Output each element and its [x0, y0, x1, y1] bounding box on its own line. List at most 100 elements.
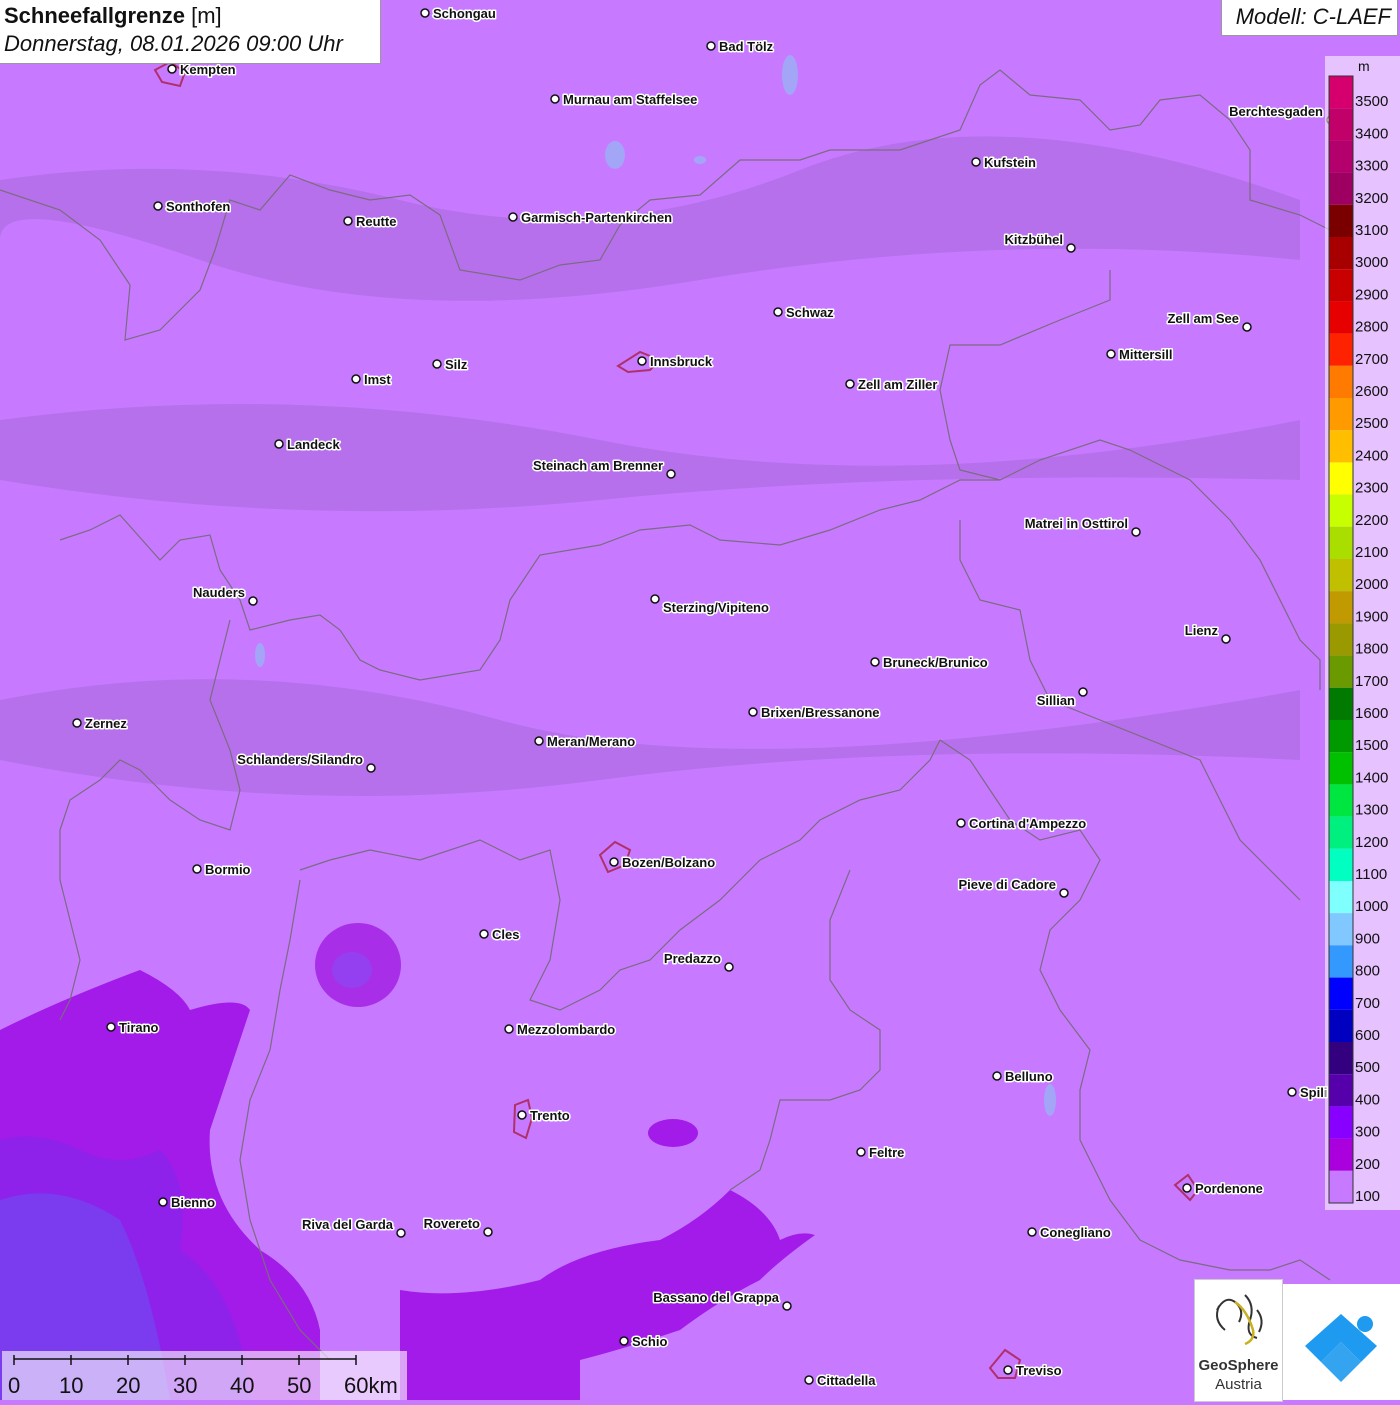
scale-bar-label: 60km [344, 1373, 398, 1398]
legend-swatch [1329, 752, 1353, 785]
city-dot [992, 1071, 1002, 1081]
legend-label: 1700 [1355, 673, 1388, 690]
city-dot [508, 212, 518, 222]
legend-label: 2500 [1355, 415, 1388, 432]
city-label: Treviso [1016, 1363, 1062, 1378]
city-label: Sillian [1037, 693, 1075, 708]
city-marker: Pordenone [1182, 1180, 1264, 1198]
legend-swatch [1329, 172, 1353, 205]
legend-label: 500 [1355, 1059, 1380, 1076]
legend-swatch [1329, 494, 1353, 527]
city-label: Innsbruck [650, 354, 713, 369]
legend-swatch [1329, 108, 1353, 141]
city-dot [782, 1301, 792, 1311]
city-label: Garmisch-Partenkirchen [521, 210, 672, 225]
city-label: Brixen/Bressanone [761, 705, 880, 720]
legend-label: 3200 [1355, 190, 1388, 207]
city-label: Kempten [180, 62, 236, 77]
legend-swatch [1329, 398, 1353, 431]
city-dot [1221, 634, 1231, 644]
city-label: Meran/Merano [547, 734, 635, 749]
legend-swatch [1329, 848, 1353, 881]
city-dot [167, 64, 177, 74]
city-dot [1066, 243, 1076, 253]
geosphere-austria-logo: GeoSphere Austria [1194, 1279, 1283, 1402]
city-label: Berchtesgaden [1229, 104, 1323, 119]
city-dot [343, 216, 353, 226]
legend-swatch [1329, 655, 1353, 688]
city-dot [534, 736, 544, 746]
partner-logo [1283, 1284, 1400, 1400]
legend-label: 1000 [1355, 898, 1388, 915]
city-label: Steinach am Brenner [533, 458, 663, 473]
legend-label: 2000 [1355, 576, 1388, 593]
city-label: Sonthofen [166, 199, 230, 214]
city-dot [248, 596, 258, 606]
legend-label: 2300 [1355, 480, 1388, 497]
city-dot [1182, 1183, 1192, 1193]
legend-swatch [1329, 333, 1353, 366]
city-label: Belluno [1005, 1069, 1053, 1084]
city-label: Kitzbühel [1005, 232, 1064, 247]
legend-swatch [1329, 1042, 1353, 1075]
legend-swatch [1329, 1009, 1353, 1042]
legend-swatch [1329, 784, 1353, 817]
legend-swatch [1329, 977, 1353, 1010]
legend-label: 900 [1355, 930, 1380, 947]
legend-swatch [1329, 301, 1353, 334]
legend-label: 2900 [1355, 286, 1388, 303]
city-dot [637, 356, 647, 366]
city-dot [773, 307, 783, 317]
legend-label: 600 [1355, 1027, 1380, 1044]
city-marker: Schongau [420, 5, 497, 23]
scale-bar-label: 10 [59, 1373, 83, 1398]
city-label: Lienz [1185, 623, 1219, 638]
city-label: Riva del Garda [302, 1217, 394, 1232]
legend-swatch [1329, 591, 1353, 624]
legend-swatch [1329, 623, 1353, 656]
city-dot [1078, 687, 1088, 697]
legend-label: 1200 [1355, 834, 1388, 851]
city-dot [971, 157, 981, 167]
city-marker: Bruneck/Brunico [870, 654, 989, 672]
city-label: Predazzo [664, 951, 721, 966]
city-label: Zell am See [1167, 311, 1239, 326]
legend-label: 2800 [1355, 319, 1388, 336]
city-dot [1242, 322, 1252, 332]
city-label: Imst [364, 372, 391, 387]
city-label: Zell am Ziller [858, 377, 937, 392]
scale-bar-label: 40 [230, 1373, 254, 1398]
legend-label: 3500 [1355, 93, 1388, 110]
city-label: Schio [632, 1334, 667, 1349]
legend-label: 3100 [1355, 222, 1388, 239]
city-dot [1287, 1087, 1297, 1097]
legend-label: 200 [1355, 1156, 1380, 1173]
city-dot [504, 1024, 514, 1034]
legend-label: 2700 [1355, 351, 1388, 368]
legend-swatch [1329, 140, 1353, 173]
city-dot [479, 929, 489, 939]
legend-label: 1300 [1355, 802, 1388, 819]
scale-bar-label: 0 [8, 1373, 20, 1398]
city-dot [550, 94, 560, 104]
city-label: Pordenone [1195, 1181, 1263, 1196]
city-label: Bozen/Bolzano [622, 855, 715, 870]
city-dot [619, 1336, 629, 1346]
city-label: Bormio [205, 862, 251, 877]
city-label: Kufstein [984, 155, 1036, 170]
city-label: Cortina d'Ampezzo [969, 816, 1086, 831]
model-name: Modell: C-LAEF [1235, 4, 1391, 29]
city-dot [956, 818, 966, 828]
legend-swatch [1329, 526, 1353, 559]
city-label: Mittersill [1119, 347, 1172, 362]
legend-label: 1800 [1355, 641, 1388, 658]
city-label: Murnau am Staffelsee [563, 92, 697, 107]
city-dot [804, 1375, 814, 1385]
city-dot [192, 864, 202, 874]
city-label: Bruneck/Brunico [883, 655, 988, 670]
geosphere-logo-icon [1216, 1294, 1263, 1346]
city-dot [845, 379, 855, 389]
city-marker: Cortina d'Ampezzo [956, 815, 1088, 833]
city-label: Tirano [119, 1020, 159, 1035]
legend-label: 1400 [1355, 769, 1388, 786]
